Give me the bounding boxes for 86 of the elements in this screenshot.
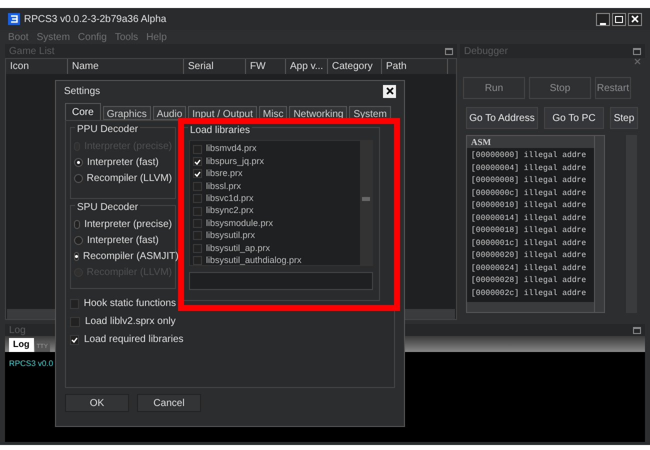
- window-title: RPCS3 v0.0.2-3-2b79a36 Alpha: [24, 12, 166, 26]
- code-line: [00000010] illegal addre: [470, 200, 588, 212]
- checkbox[interactable]: [70, 334, 79, 344]
- minimize-button[interactable]: [596, 12, 610, 26]
- code-line: [00000028] illegal addre: [470, 275, 588, 287]
- code-line: [00000008] illegal addre: [470, 175, 588, 187]
- column-header[interactable]: App v...: [286, 59, 328, 74]
- code-line: [00000018] illegal addre: [470, 225, 588, 237]
- checkbox[interactable]: [193, 244, 202, 253]
- library-label: libsmvd4.prx: [206, 142, 257, 156]
- checkbox[interactable]: [193, 231, 202, 240]
- library-label: libsre.prx: [206, 167, 243, 180]
- maximize-button[interactable]: [612, 12, 626, 26]
- button[interactable]: Step: [610, 107, 638, 129]
- checkbox[interactable]: [193, 182, 202, 191]
- float-icon: [633, 326, 641, 334]
- radio-label: Recompiler (ASMJIT): [83, 250, 179, 264]
- tab[interactable]: Log: [9, 338, 34, 352]
- close-button[interactable]: [383, 84, 396, 98]
- checkbox[interactable]: [193, 256, 202, 265]
- radio-button[interactable]: [74, 252, 79, 260]
- checkbox-label: Hook static functions: [84, 297, 176, 311]
- radio-button[interactable]: [74, 220, 80, 228]
- checkbox[interactable]: [193, 169, 202, 178]
- code-line: [00000000] illegal addre: [470, 150, 588, 162]
- app-logo-icon: [8, 13, 20, 25]
- float-icon: [633, 48, 641, 54]
- checkbox[interactable]: [193, 219, 202, 228]
- code-line: [00000020] illegal addre: [470, 250, 588, 262]
- tab[interactable]: Core: [65, 103, 101, 120]
- button[interactable]: Cancel: [137, 394, 201, 412]
- button[interactable]: Go To PC: [544, 107, 604, 129]
- checkbox[interactable]: [193, 144, 202, 154]
- close-button[interactable]: [628, 12, 642, 26]
- library-label: libsysmodule.prx: [206, 216, 274, 230]
- dialog-title: Settings: [64, 84, 100, 98]
- horizontal-scrollbar[interactable]: [467, 302, 594, 312]
- code-line: [00000014] illegal addre: [470, 212, 588, 224]
- close-icon: [631, 15, 639, 23]
- tab[interactable]: Graphics: [102, 106, 151, 120]
- column-header[interactable]: Icon: [6, 59, 68, 74]
- maximize-icon: [615, 16, 623, 22]
- checkbox[interactable]: [70, 298, 79, 308]
- log-text: RPCS3 v0.0: [9, 359, 54, 368]
- library-label: libsvc1d.prx: [206, 192, 254, 206]
- library-label: libsysutil.prx: [206, 229, 256, 242]
- vertical-scrollbar[interactable]: [360, 141, 372, 265]
- radio-label: Interpreter (fast): [87, 156, 159, 170]
- code-line: [00000024] illegal addre: [470, 262, 588, 274]
- checkbox[interactable]: [193, 194, 202, 204]
- column-header[interactable]: Path: [382, 59, 448, 74]
- column-header: ASM: [467, 136, 594, 148]
- minimize-icon: [600, 22, 606, 24]
- float-icon: [445, 48, 453, 54]
- tab[interactable]: Audio: [152, 106, 186, 120]
- code-line: [00000004] illegal addre: [470, 162, 588, 174]
- close-icon[interactable]: [634, 58, 641, 65]
- code-line: [0000001c] illegal addre: [470, 238, 588, 250]
- checkbox[interactable]: [193, 206, 202, 216]
- button[interactable]: Go To Address: [466, 107, 538, 129]
- code-line: [0000002c] illegal addre: [470, 288, 588, 300]
- vertical-scrollbar[interactable]: [594, 136, 604, 312]
- library-label: libsysutil_authdialog.prx: [206, 254, 302, 265]
- column-header[interactable]: Category: [328, 59, 382, 74]
- column-header[interactable]: Name: [68, 59, 184, 74]
- checkbox-label: Load required libraries: [84, 333, 184, 347]
- radio-button[interactable]: [74, 158, 83, 166]
- code-line: [0000000c] illegal addre: [470, 188, 588, 200]
- radio-label: Interpreter (precise): [84, 218, 172, 232]
- close-icon: [386, 87, 394, 95]
- column-header[interactable]: Serial: [184, 59, 246, 74]
- scrollbar-thumb[interactable]: [362, 197, 370, 201]
- radio-label: Recompiler (LLVM): [86, 172, 172, 186]
- library-label: libsysutil_ap.prx: [206, 242, 270, 255]
- library-label: libssl.prx: [206, 180, 242, 193]
- checkbox[interactable]: [193, 157, 202, 166]
- radio-button[interactable]: [74, 236, 83, 244]
- checkbox-label: Load liblv2.sprx only: [85, 315, 176, 329]
- library-label: libsync2.prx: [206, 204, 254, 218]
- button[interactable]: OK: [65, 394, 129, 412]
- radio-button[interactable]: [74, 174, 83, 182]
- checkbox[interactable]: [70, 316, 80, 326]
- column-header[interactable]: FW: [246, 59, 286, 74]
- library-label: libspurs_jq.prx: [206, 154, 264, 168]
- radio-label: Interpreter (fast): [87, 234, 159, 248]
- input-field[interactable]: [189, 272, 373, 290]
